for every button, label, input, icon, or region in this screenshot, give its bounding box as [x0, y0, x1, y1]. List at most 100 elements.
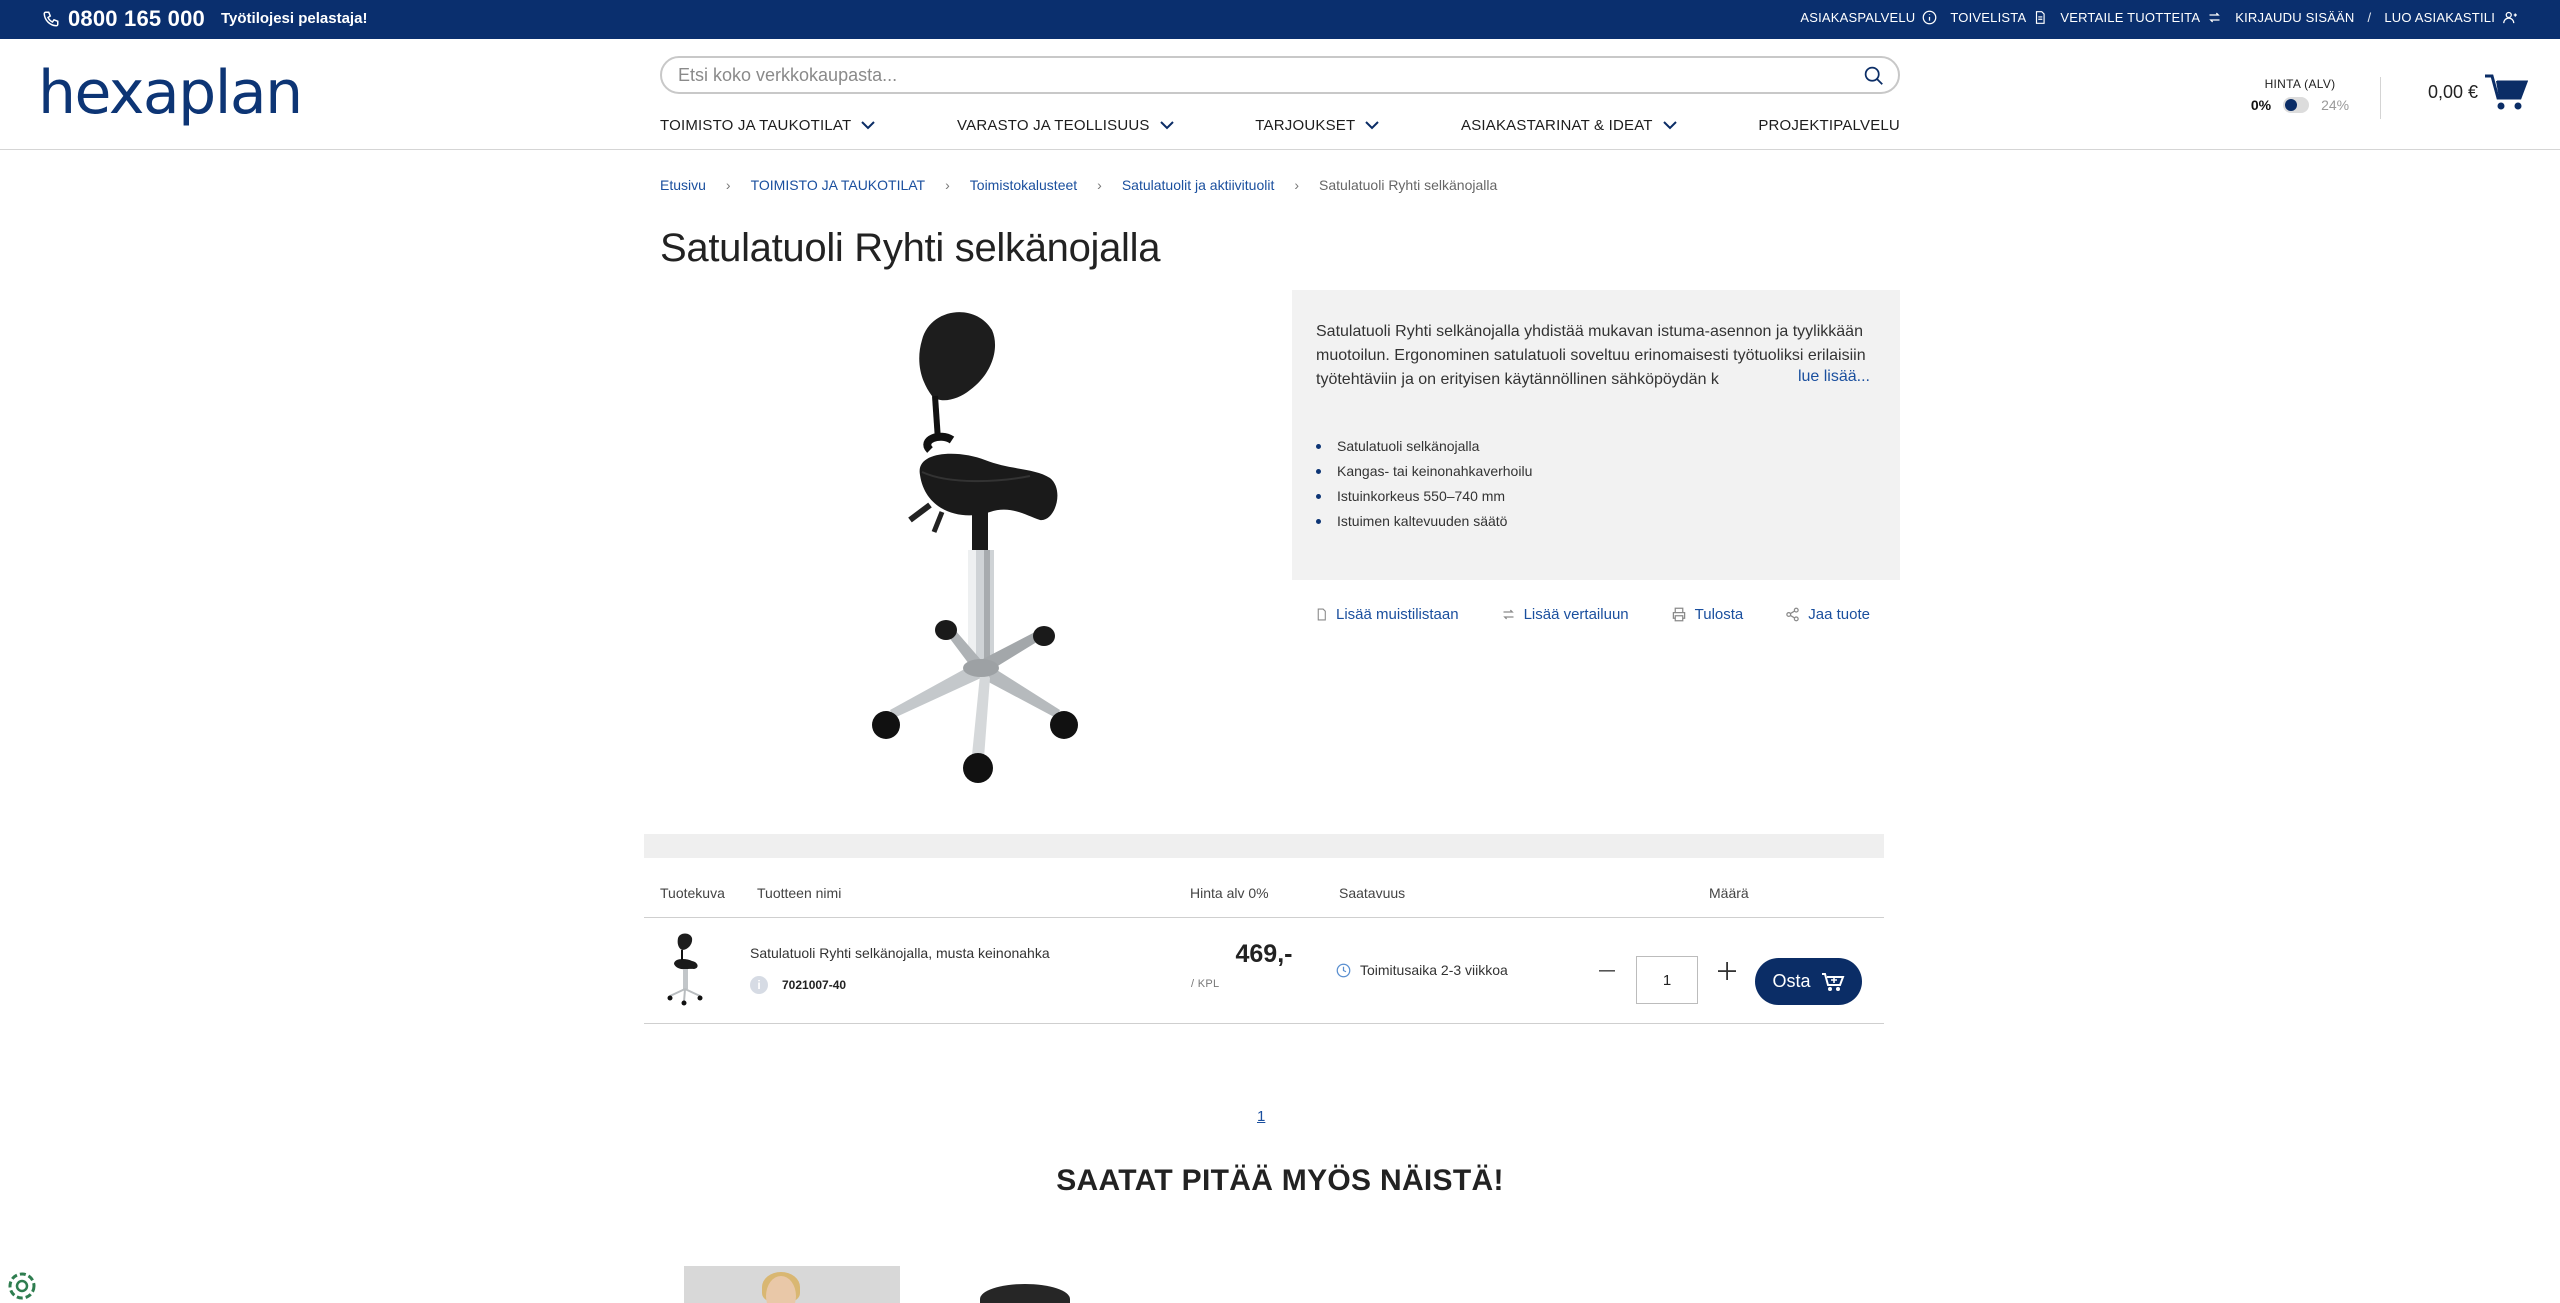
pagination-page-1[interactable]: 1: [1257, 1108, 1265, 1125]
main-nav: TOIMISTO JA TAUKOTILAT VARASTO JA TEOLLI…: [660, 117, 1900, 134]
phone-icon: [43, 11, 59, 27]
cookie-settings-icon[interactable]: [8, 1272, 36, 1300]
document-icon: [1317, 608, 1326, 621]
print-label: Tulosta: [1694, 606, 1744, 623]
search-input[interactable]: [678, 64, 1838, 86]
login-link[interactable]: KIRJAUDU SISÄÄN: [2235, 10, 2354, 25]
product-image[interactable]: [860, 300, 1150, 800]
info-icon[interactable]: i: [750, 976, 768, 994]
cart-button[interactable]: 0,00 €: [2428, 71, 2529, 113]
buy-button[interactable]: Osta: [1755, 958, 1862, 1005]
product-actions: Lisää muistilistaan Lisää vertailuun Tul…: [1315, 606, 1870, 623]
nav-warehouse[interactable]: VARASTO JA TEOLLISUUS: [957, 117, 1174, 134]
customer-service-label: ASIAKASPALVELU: [1800, 10, 1916, 25]
header-divider: [2380, 77, 2381, 119]
compare-link[interactable]: VERTAILE TUOTTEITA: [2060, 10, 2222, 25]
col-price: Hinta alv 0%: [1190, 885, 1269, 901]
list-item: Kangas- tai keinonahkaverhoilu: [1316, 459, 1878, 484]
feature-list: Satulatuoli selkänojalla Kangas- tai kei…: [1316, 434, 1878, 534]
variant-name[interactable]: Satulatuoli Ryhti selkänojalla, musta ke…: [750, 945, 1050, 961]
share-button[interactable]: Jaa tuote: [1785, 606, 1870, 623]
feature-text: Istuinkorkeus 550–740 mm: [1337, 488, 1506, 504]
related-product-image[interactable]: [980, 1284, 1070, 1303]
read-more-link[interactable]: lue lisää...: [1789, 368, 1870, 386]
bullet-dot: [1316, 444, 1321, 449]
customer-service-link[interactable]: ASIAKASPALVELU: [1800, 10, 1937, 25]
chevron-down-icon: [1662, 121, 1677, 130]
breadcrumb-current: Satulatuoli Ryhti selkänojalla: [1319, 177, 1498, 193]
quantity-increase-button[interactable]: [1712, 956, 1742, 986]
table-row: Satulatuoli Ryhti selkänojalla, musta ke…: [644, 918, 1884, 1024]
phone-link[interactable]: 0800 165 000: [42, 6, 205, 32]
breadcrumb-home[interactable]: Etusivu: [660, 177, 706, 193]
add-to-wishlist-label: Lisää muistilistaan: [1336, 606, 1459, 623]
product-thumbnail[interactable]: [666, 932, 706, 1006]
share-label: Jaa tuote: [1808, 606, 1870, 623]
nav-project-service[interactable]: PROJEKTIPALVELU: [1758, 117, 1900, 134]
logo[interactable]: hexaplan: [38, 63, 303, 123]
vat-0-label: 0%: [2250, 97, 2272, 113]
table-header: Tuotekuva Tuotteen nimi Hinta alv 0% Saa…: [644, 858, 1884, 918]
vat-switch-knob: [2285, 99, 2298, 111]
product-description-text: Satulatuoli Ryhti selkänojalla yhdistää …: [1316, 323, 1866, 388]
vat-price-toggle: HINTA (ALV) 0% 24%: [2245, 77, 2355, 113]
quantity-decrease-button[interactable]: [1592, 956, 1622, 986]
search-icon[interactable]: [1863, 65, 1884, 86]
nav-project-service-label: PROJEKTIPALVELU: [1758, 117, 1900, 134]
vat-24-label: 24%: [2321, 97, 2350, 113]
col-name: Tuotteen nimi: [757, 885, 842, 901]
list-item: Istuimen kaltevuuden säätö: [1316, 509, 1878, 534]
vat-switch[interactable]: [2283, 97, 2310, 113]
link-separator: /: [2367, 10, 2372, 25]
nav-offers[interactable]: TARJOUKSET: [1255, 117, 1380, 134]
tagline: Työtilojesi pelastaja!: [221, 10, 368, 27]
cart-icon: [2485, 74, 2529, 110]
breadcrumb-office[interactable]: TOIMISTO JA TAUKOTILAT: [751, 177, 926, 193]
availability: Toimitusaika 2-3 viikkoa: [1336, 962, 1508, 978]
chevron-down-icon: [861, 121, 876, 130]
nav-stories[interactable]: ASIAKASTARINAT & IDEAT: [1461, 117, 1677, 134]
nav-offers-label: TARJOUKSET: [1255, 117, 1356, 134]
printer-icon: [1672, 607, 1685, 622]
plus-icon: [1718, 962, 1736, 980]
add-to-compare-label: Lisää vertailuun: [1523, 606, 1629, 623]
col-quantity: Määrä: [1709, 885, 1749, 901]
add-to-compare-button[interactable]: Lisää vertailuun: [1501, 606, 1629, 623]
chevron-down-icon: [1365, 121, 1380, 130]
bullet-dot: [1316, 469, 1321, 474]
vat-toggle-label: HINTA (ALV): [2264, 77, 2336, 91]
print-button[interactable]: Tulosta: [1671, 606, 1744, 623]
related-product-image[interactable]: [684, 1266, 900, 1303]
page-title: Satulatuoli Ryhti selkänojalla: [660, 226, 1161, 270]
nav-office[interactable]: TOIMISTO JA TAUKOTILAT: [660, 117, 876, 134]
nav-warehouse-label: VARASTO JA TEOLLISUUS: [957, 117, 1150, 134]
nav-office-label: TOIMISTO JA TAUKOTILAT: [660, 117, 852, 134]
breadcrumb-office-furniture[interactable]: Toimistokalusteet: [970, 177, 1077, 193]
top-links: ASIAKASPALVELU TOIVELISTA VERTAILE TUOTT…: [1800, 10, 2518, 25]
login-label: KIRJAUDU SISÄÄN: [2235, 10, 2355, 25]
info-icon: [1923, 10, 1937, 25]
register-link[interactable]: LUO ASIAKASTILI: [2384, 10, 2518, 25]
share-icon: [1786, 607, 1800, 622]
wishlist-link[interactable]: TOIVELISTA: [1950, 10, 2047, 25]
chevron-right-icon: ›: [725, 177, 731, 193]
register-label: LUO ASIAKASTILI: [2384, 10, 2495, 25]
list-item: Satulatuoli selkänojalla: [1316, 434, 1878, 459]
clock-icon: [1336, 963, 1351, 977]
variant-sku: 7021007-40: [782, 978, 847, 992]
compare-arrows-icon: [1502, 609, 1514, 620]
breadcrumb-saddle-chairs[interactable]: Satulatuolit ja aktiivituolit: [1122, 177, 1275, 193]
price-unit: / KPL: [1191, 978, 1220, 990]
cart-plus-icon: [1821, 972, 1844, 991]
chevron-right-icon: ›: [1097, 177, 1102, 193]
add-to-wishlist-button[interactable]: Lisää muistilistaan: [1315, 606, 1459, 623]
variant-price: 469,-: [1235, 940, 1293, 968]
user-icon: [2503, 11, 2517, 24]
compare-label: VERTAILE TUOTTEITA: [2060, 10, 2201, 25]
quantity-input[interactable]: [1636, 956, 1698, 1004]
chevron-right-icon: ›: [1294, 177, 1300, 193]
table-top-band: [644, 834, 1884, 858]
product-description-panel: Satulatuoli Ryhti selkänojalla yhdistää …: [1292, 290, 1900, 580]
availability-text: Toimitusaika 2-3 viikkoa: [1360, 962, 1508, 978]
list-item: Istuinkorkeus 550–740 mm: [1316, 484, 1878, 509]
